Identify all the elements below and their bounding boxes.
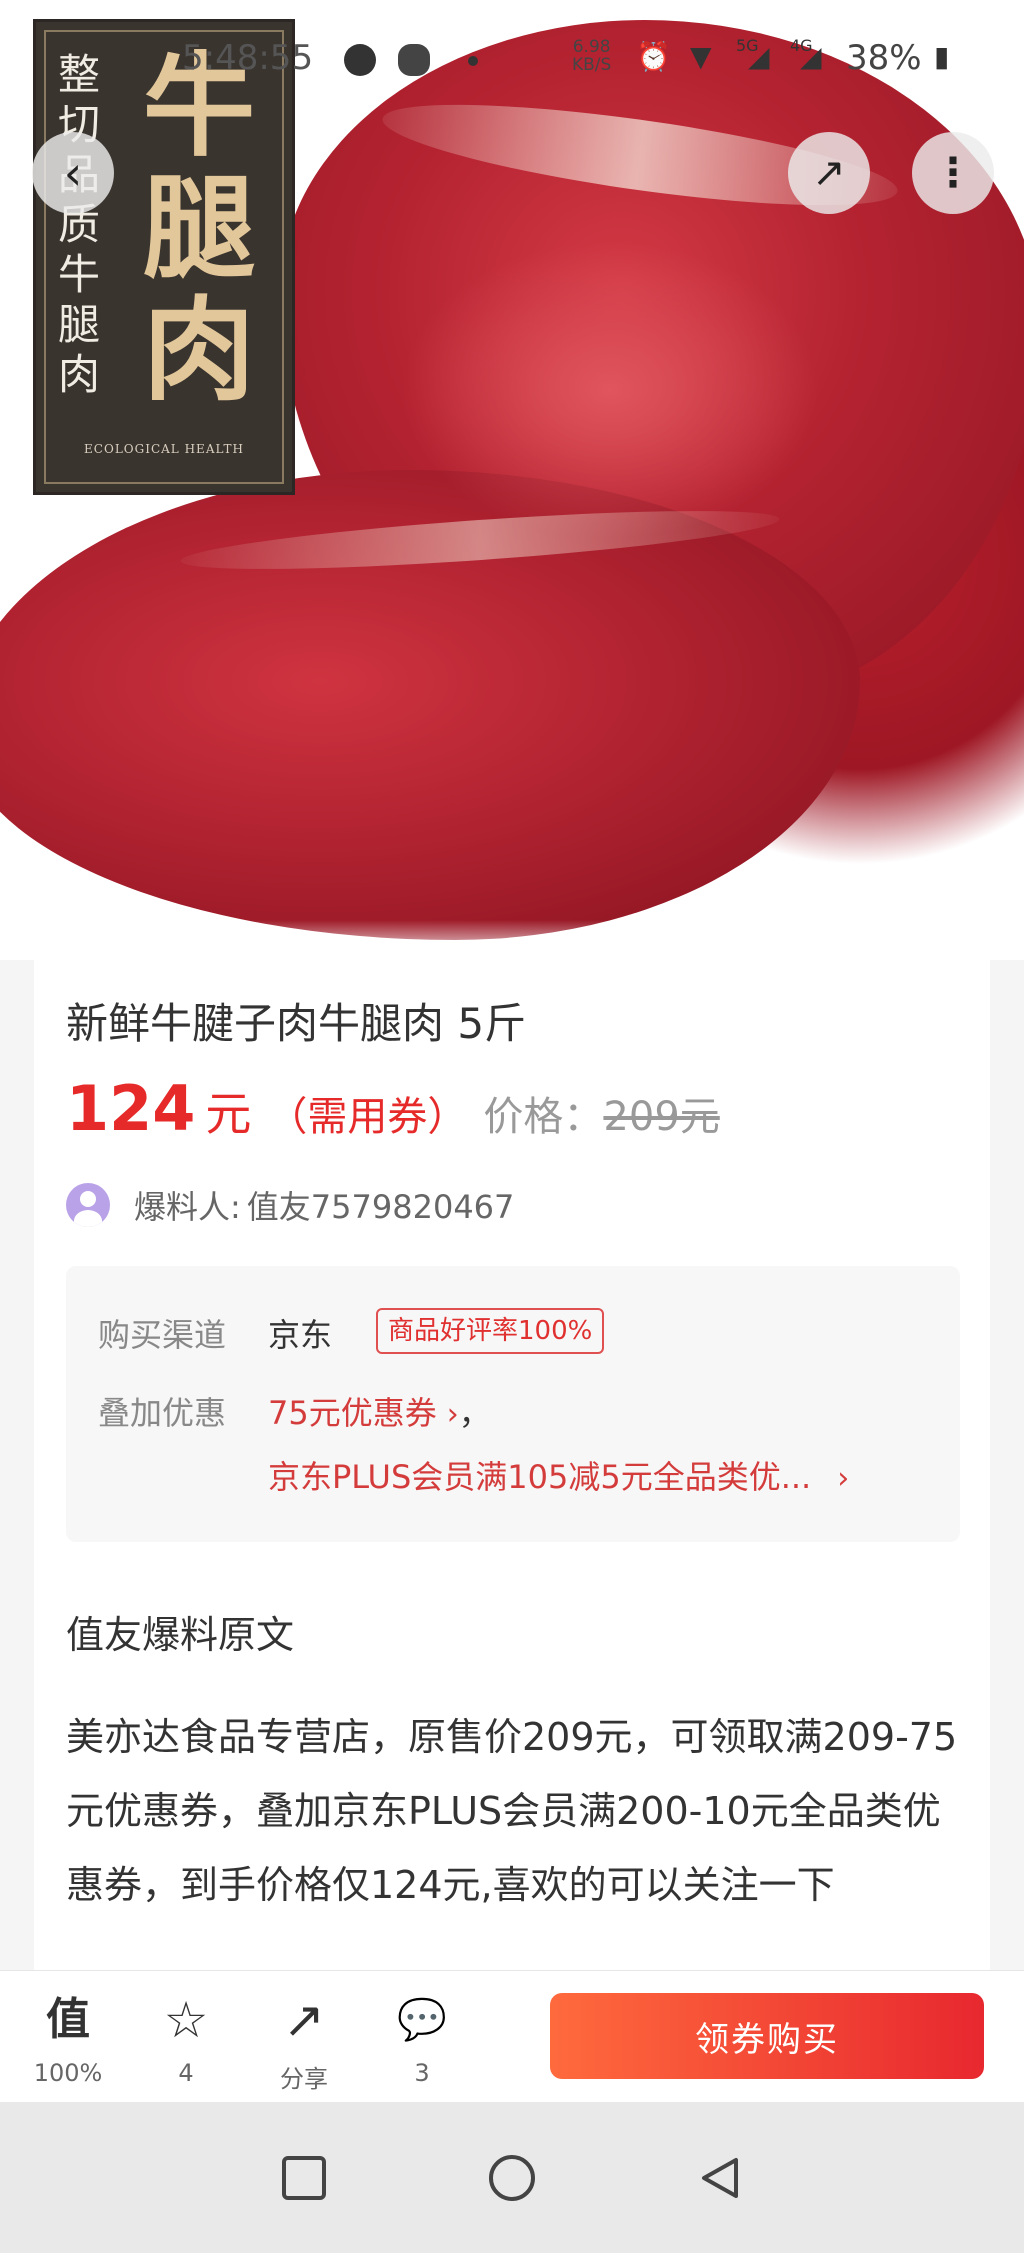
avatar-icon[interactable] xyxy=(66,1183,110,1227)
chevron-right-icon: › xyxy=(837,1461,850,1496)
label-english-text: ECOLOGICAL HEALTH xyxy=(84,442,244,456)
battery-icon: ▮ xyxy=(934,40,950,73)
product-info-card: 新鲜牛腱子肉牛腿肉 5斤 124 元 （需用券） 价格： 209元 爆料人: 值… xyxy=(34,960,990,1970)
buy-channel-label: 购买渠道 xyxy=(98,1316,227,1354)
wechat-icon xyxy=(398,44,430,76)
original-post-heading: 值友爆料原文 xyxy=(66,1613,295,1657)
nav-back-button[interactable] xyxy=(690,2148,750,2208)
product-price: 124 xyxy=(66,1072,196,1145)
promo-coupon-link[interactable]: 75元优惠券 ›， xyxy=(268,1388,491,1434)
share-label: 分享 xyxy=(280,2065,328,2093)
meat-sheen xyxy=(400,240,820,540)
stack-discount-label: 叠加优惠 xyxy=(98,1394,227,1432)
price-unit: 元 xyxy=(205,1087,252,1141)
image-fade xyxy=(0,920,1024,960)
share-edit-icon: ↗ xyxy=(283,1991,325,2049)
network-speed: 6.98 KB/S xyxy=(572,38,611,74)
back-arrow-icon: ‹ xyxy=(63,146,83,200)
nav-triangle-icon xyxy=(702,2158,738,2198)
battery-percent: 38% xyxy=(846,38,922,78)
status-time: 5:48:55 xyxy=(182,38,314,78)
promo-coupon-text: 75元优惠券 xyxy=(268,1394,437,1432)
network-speed-unit: KB/S xyxy=(572,55,612,75)
worth-button[interactable]: 值 100% xyxy=(28,1989,108,2087)
comment-button[interactable]: 💬 3 xyxy=(382,1989,462,2087)
rating-badge: 商品好评率100% xyxy=(376,1308,605,1354)
original-price: 209元 xyxy=(603,1094,720,1140)
worth-icon: 值 xyxy=(46,1994,90,2045)
status-bar: 5:48:55 6.98 KB/S ⏰ ▼ 5G ◢ 4G ◢ 38% ▮ xyxy=(0,0,1024,110)
product-image[interactable]: 整切品质牛腿肉 牛腿肉 ECOLOGICAL HEALTH xyxy=(0,0,1024,960)
worth-percent: 100% xyxy=(33,2059,103,2087)
nav-home-button[interactable] xyxy=(482,2148,542,2208)
buy-channel-value[interactable]: 京东 xyxy=(268,1310,332,1356)
share-action-button[interactable]: ↗ 分享 xyxy=(264,1989,344,2094)
promo-separator: ， xyxy=(458,1394,491,1432)
price-row: 124 元 （需用券） 价格： 209元 xyxy=(66,1072,720,1148)
coupon-note: （需用券） xyxy=(267,1094,468,1140)
notification-icon xyxy=(344,44,376,76)
more-button[interactable]: ⋮ xyxy=(912,132,994,214)
purchase-channel-box: 购买渠道 京东 商品好评率100% 叠加优惠 75元优惠券 ›， 京东PLUS会员… xyxy=(66,1266,960,1542)
favorite-count: 4 xyxy=(178,2059,194,2087)
signal-5g-icon: ◢ xyxy=(748,40,770,73)
reporter-label: 爆料人: xyxy=(134,1188,241,1226)
back-button[interactable]: ‹ xyxy=(32,132,114,214)
promo-plus-text: 京东PLUS会员满105减5元全品类优... xyxy=(268,1458,812,1496)
reporter-row[interactable]: 爆料人: 值友7579820467 xyxy=(66,1182,514,1228)
product-title: 新鲜牛腱子肉牛腿肉 5斤 xyxy=(66,999,527,1048)
more-vertical-icon: ⋮ xyxy=(933,150,973,196)
promo-plus-link[interactable]: 京东PLUS会员满105减5元全品类优... › xyxy=(268,1452,849,1498)
original-post-body: 美亦达食品专营店，原售价209元，可领取满209-75元优惠券，叠加京东PLUS… xyxy=(66,1715,958,1907)
favorite-button[interactable]: ☆ 4 xyxy=(146,1989,226,2087)
network-speed-value: 6.98 xyxy=(572,37,611,57)
reporter-name[interactable]: 值友7579820467 xyxy=(247,1182,515,1228)
nav-square-icon xyxy=(282,2156,326,2200)
share-button[interactable]: ↗ xyxy=(788,132,870,214)
more-notifications-icon xyxy=(468,56,478,66)
original-price-label: 价格： xyxy=(483,1094,604,1140)
alarm-icon: ⏰ xyxy=(636,40,671,73)
chevron-right-icon: › xyxy=(446,1397,459,1432)
nav-circle-icon xyxy=(489,2155,535,2201)
comment-icon: 💬 xyxy=(397,1997,447,2043)
star-icon: ☆ xyxy=(163,1991,209,2049)
signal-4g-icon: ◢ xyxy=(800,40,822,73)
nav-recents-button[interactable] xyxy=(274,2148,334,2208)
comment-count: 3 xyxy=(414,2059,430,2087)
system-nav-bar xyxy=(0,2102,1024,2253)
wifi-icon: ▼ xyxy=(690,40,712,73)
bottom-action-bar: 值 100% ☆ 4 ↗ 分享 💬 3 领券购买 xyxy=(0,1970,1024,2103)
get-coupon-buy-button[interactable]: 领券购买 xyxy=(550,1993,984,2079)
share-icon: ↗ xyxy=(812,150,846,196)
